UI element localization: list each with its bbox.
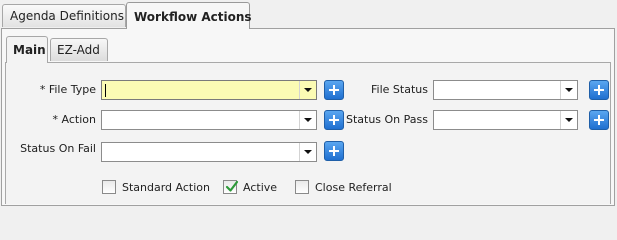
add-file-status-button[interactable] — [589, 80, 609, 100]
chevron-down-icon[interactable] — [299, 111, 316, 129]
tab-main[interactable]: Main — [6, 36, 48, 63]
add-status-on-pass-button[interactable] — [589, 110, 609, 130]
status-on-fail-label: Status On Fail — [20, 142, 96, 155]
file-status-label: File Status — [371, 83, 428, 96]
standard-action-checkbox[interactable] — [102, 180, 116, 194]
chevron-down-icon[interactable] — [299, 81, 316, 99]
file-type-combo[interactable] — [101, 80, 317, 100]
close-referral-label: Close Referral — [315, 181, 392, 194]
status-on-pass-label: Status On Pass — [345, 113, 428, 126]
action-label: * Action — [52, 113, 96, 126]
checkmark-icon — [225, 180, 239, 192]
tab-label: EZ-Add — [57, 43, 100, 57]
tab-ez-add[interactable]: EZ-Add — [50, 38, 108, 61]
tab-workflow-actions[interactable]: Workflow Actions — [126, 2, 252, 29]
tab-agenda-definitions[interactable]: Agenda Definitions — [2, 4, 126, 27]
close-referral-checkbox[interactable] — [295, 180, 309, 194]
tab-label: Main — [13, 43, 46, 57]
tab-label: Agenda Definitions — [10, 9, 124, 23]
status-on-fail-combo[interactable] — [101, 142, 317, 162]
active-label: Active — [243, 181, 278, 194]
standard-action-label: Standard Action — [122, 181, 210, 194]
text-cursor — [105, 84, 106, 97]
action-combo[interactable] — [101, 110, 317, 130]
active-checkbox[interactable] — [223, 180, 239, 194]
status-on-pass-combo[interactable] — [433, 110, 578, 130]
file-type-label: * File Type — [39, 83, 96, 96]
chevron-down-icon[interactable] — [560, 111, 577, 129]
file-status-combo[interactable] — [433, 80, 578, 100]
chevron-down-icon[interactable] — [299, 143, 316, 161]
tab-label: Workflow Actions — [134, 10, 252, 24]
chevron-down-icon[interactable] — [560, 81, 577, 99]
add-status-on-fail-button[interactable] — [324, 141, 344, 161]
